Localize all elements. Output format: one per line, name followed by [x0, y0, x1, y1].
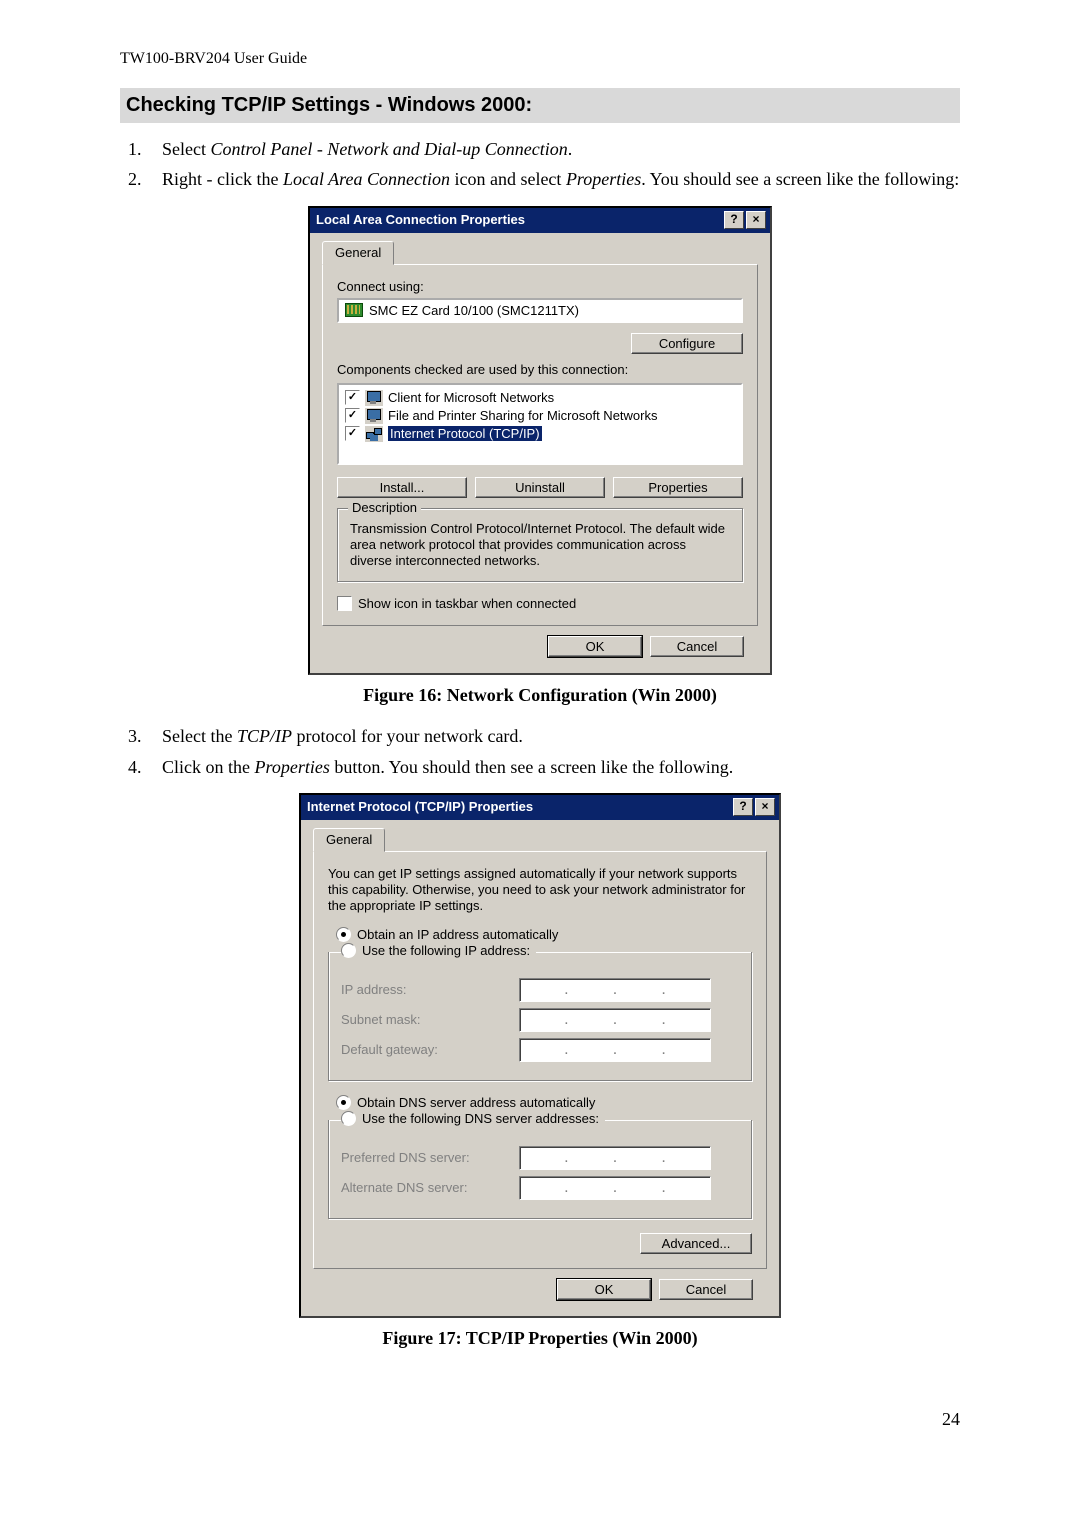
obtain-ip-auto-radio[interactable]: [336, 927, 351, 942]
ip-address-field[interactable]: ...: [519, 978, 711, 1002]
figure-16-caption: Figure 16: Network Configuration (Win 20…: [120, 685, 960, 706]
step-1: Select Control Panel - Network and Dial-…: [146, 137, 960, 161]
preferred-dns-field[interactable]: ...: [519, 1146, 711, 1170]
configure-button[interactable]: Configure: [631, 333, 743, 354]
dialog-title: Local Area Connection Properties: [316, 212, 525, 227]
dialog-titlebar: Internet Protocol (TCP/IP) Properties ? …: [301, 795, 779, 820]
step4-suffix: button. You should then see a screen lik…: [330, 757, 733, 777]
step4-italic: Properties: [255, 757, 330, 777]
default-gateway-field[interactable]: ...: [519, 1038, 711, 1062]
protocol-icon: [365, 426, 383, 442]
step2-italic2: Properties: [566, 169, 641, 189]
component-file-printer[interactable]: ✓ File and Printer Sharing for Microsoft…: [343, 407, 737, 425]
step-2: Right - click the Local Area Connection …: [146, 167, 960, 191]
step-3: Select the TCP/IP protocol for your netw…: [146, 724, 960, 748]
description-text: Transmission Control Protocol/Internet P…: [350, 521, 730, 570]
step-4: Click on the Properties button. You shou…: [146, 755, 960, 779]
step2-suffix: . You should see a screen like the follo…: [641, 169, 959, 189]
default-gateway-label: Default gateway:: [341, 1042, 519, 1057]
page-header: TW100-BRV204 User Guide: [120, 50, 960, 68]
components-label: Components checked are used by this conn…: [337, 362, 743, 377]
properties-button[interactable]: Properties: [613, 477, 743, 498]
checkbox-icon[interactable]: ✓: [345, 426, 360, 441]
alternate-dns-field[interactable]: ...: [519, 1176, 711, 1200]
client-icon: [365, 390, 383, 406]
show-icon-label: Show icon in taskbar when connected: [358, 596, 576, 611]
help-icon[interactable]: ?: [733, 798, 753, 816]
component-label: Client for Microsoft Networks: [388, 390, 554, 405]
component-tcpip[interactable]: ✓ Internet Protocol (TCP/IP): [343, 425, 737, 443]
close-icon[interactable]: ×: [755, 798, 775, 816]
adapter-name: SMC EZ Card 10/100 (SMC1211TX): [369, 303, 579, 318]
step3-suffix: protocol for your network card.: [292, 726, 523, 746]
checkbox-icon[interactable]: ✓: [345, 408, 360, 423]
dialog-title: Internet Protocol (TCP/IP) Properties: [307, 799, 533, 814]
uninstall-button[interactable]: Uninstall: [475, 477, 605, 498]
step3-italic: TCP/IP: [237, 726, 292, 746]
cancel-button[interactable]: Cancel: [659, 1279, 753, 1300]
local-area-connection-properties-dialog: Local Area Connection Properties ? × Gen…: [308, 206, 772, 676]
tab-general[interactable]: General: [322, 241, 394, 265]
description-title: Description: [348, 500, 421, 515]
subnet-mask-label: Subnet mask:: [341, 1012, 519, 1027]
show-icon-checkbox[interactable]: [337, 596, 352, 611]
component-client[interactable]: ✓ Client for Microsoft Networks: [343, 389, 737, 407]
network-card-icon: [345, 303, 363, 317]
component-label: File and Printer Sharing for Microsoft N…: [388, 408, 657, 423]
tcpip-properties-dialog: Internet Protocol (TCP/IP) Properties ? …: [299, 793, 781, 1318]
ip-address-label: IP address:: [341, 982, 519, 997]
section-heading: Checking TCP/IP Settings - Windows 2000:: [120, 88, 960, 123]
step4-prefix: Click on the: [162, 757, 255, 777]
step2-italic: Local Area Connection: [283, 169, 450, 189]
ok-button[interactable]: OK: [548, 636, 642, 657]
use-dns-radio[interactable]: [341, 1111, 356, 1126]
use-ip-label: Use the following IP address:: [362, 943, 530, 958]
subnet-mask-field[interactable]: ...: [519, 1008, 711, 1032]
use-dns-label: Use the following DNS server addresses:: [362, 1111, 599, 1126]
step1-prefix: Select: [162, 139, 210, 159]
close-icon[interactable]: ×: [746, 211, 766, 229]
page-number: 24: [120, 1409, 960, 1430]
help-icon[interactable]: ?: [724, 211, 744, 229]
obtain-dns-auto-radio[interactable]: [336, 1095, 351, 1110]
step3-prefix: Select the: [162, 726, 237, 746]
component-label: Internet Protocol (TCP/IP): [388, 426, 542, 441]
use-ip-radio[interactable]: [341, 943, 356, 958]
intro-text: You can get IP settings assigned automat…: [328, 866, 752, 915]
components-list[interactable]: ✓ Client for Microsoft Networks ✓ File a…: [337, 383, 743, 465]
checkbox-icon[interactable]: ✓: [345, 390, 360, 405]
obtain-ip-auto-label: Obtain an IP address automatically: [357, 927, 558, 942]
ok-button[interactable]: OK: [557, 1279, 651, 1300]
dialog-titlebar: Local Area Connection Properties ? ×: [310, 208, 770, 233]
connect-using-label: Connect using:: [337, 279, 743, 294]
service-icon: [365, 408, 383, 424]
step2-prefix: Right - click the: [162, 169, 283, 189]
tab-general[interactable]: General: [313, 828, 385, 852]
advanced-button[interactable]: Advanced...: [640, 1233, 752, 1254]
alternate-dns-label: Alternate DNS server:: [341, 1180, 519, 1195]
cancel-button[interactable]: Cancel: [650, 636, 744, 657]
step1-italic: Control Panel - Network and Dial-up Conn…: [210, 139, 567, 159]
figure-17-caption: Figure 17: TCP/IP Properties (Win 2000): [120, 1328, 960, 1349]
install-button[interactable]: Install...: [337, 477, 467, 498]
step2-mid: icon and select: [450, 169, 566, 189]
obtain-dns-auto-label: Obtain DNS server address automatically: [357, 1095, 595, 1110]
step1-suffix: .: [568, 139, 573, 159]
preferred-dns-label: Preferred DNS server:: [341, 1150, 519, 1165]
